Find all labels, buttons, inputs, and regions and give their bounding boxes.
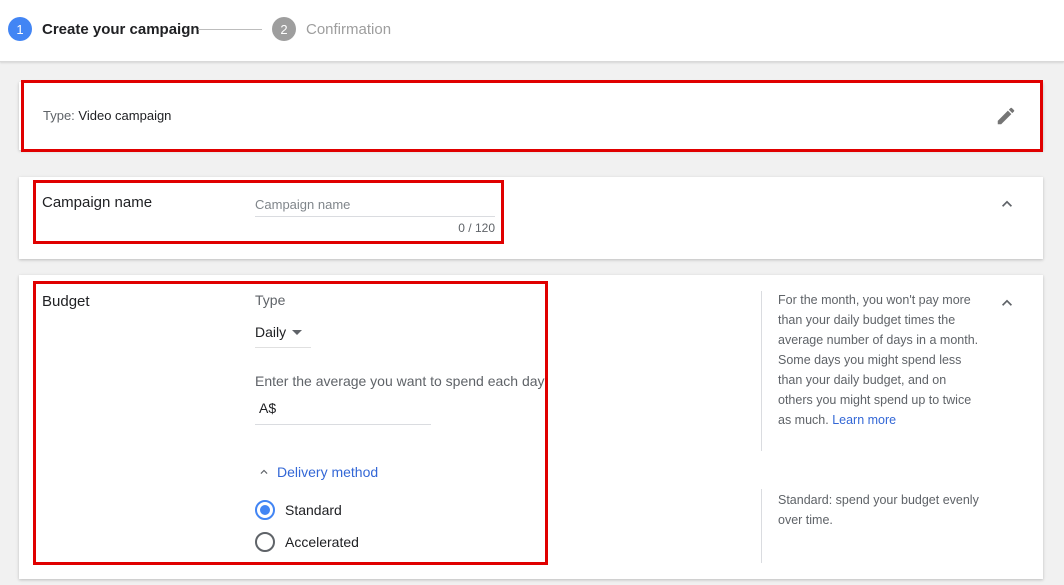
campaign-name-card: Campaign name 0 / 120 <box>19 177 1043 259</box>
radio-button-checked[interactable] <box>255 500 275 520</box>
campaign-type-prefix: Type: <box>43 108 75 123</box>
campaign-type-value: Video campaign <box>78 108 172 123</box>
average-spend-label: Enter the average you want to spend each… <box>255 373 545 389</box>
budget-type-label: Type <box>255 292 286 308</box>
step-confirmation[interactable]: 2 Confirmation <box>272 17 391 41</box>
standard-help-text: Standard: spend your budget evenly over … <box>778 493 979 527</box>
chevron-up-icon <box>260 469 268 474</box>
campaign-name-title: Campaign name <box>42 194 153 211</box>
dropdown-arrow-icon <box>292 330 302 335</box>
step-2-label: Confirmation <box>306 20 392 38</box>
help-divider <box>761 489 762 563</box>
currency-symbol: A$ <box>259 400 277 416</box>
character-counter: 0 / 120 <box>458 221 495 235</box>
budget-help-body: For the month, you won't pay more than y… <box>778 293 979 427</box>
stepper-bar: 1 Create your campaign 2 Confirmation <box>0 0 1064 62</box>
budget-type-dropdown[interactable]: Daily <box>255 319 311 348</box>
campaign-name-input[interactable] <box>255 193 495 217</box>
learn-more-link[interactable]: Learn more <box>832 413 896 427</box>
delivery-method-label: Delivery method <box>277 464 379 480</box>
help-divider <box>761 291 762 451</box>
budget-amount-input[interactable]: A$ <box>255 395 431 425</box>
radio-button-unchecked[interactable] <box>255 532 275 552</box>
radio-standard-label: Standard <box>285 502 342 518</box>
budget-title: Budget <box>42 293 90 310</box>
budget-card: Budget Type Daily Enter the average you … <box>19 275 1043 579</box>
radio-standard[interactable]: Standard <box>255 499 342 521</box>
step-1-label: Create your campaign <box>42 20 200 38</box>
budget-type-value: Daily <box>255 324 287 340</box>
pencil-icon[interactable] <box>995 105 1017 127</box>
step-1-number: 1 <box>8 17 32 41</box>
radio-accelerated-label: Accelerated <box>285 534 359 550</box>
delivery-method-toggle[interactable]: Delivery method <box>257 462 378 482</box>
step-2-number: 2 <box>272 17 296 41</box>
step-create-campaign[interactable]: 1 Create your campaign <box>8 17 200 41</box>
chevron-up-icon[interactable] <box>997 293 1017 313</box>
chevron-up-icon[interactable] <box>997 194 1017 214</box>
budget-help-text: For the month, you won't pay more than y… <box>778 290 983 430</box>
radio-accelerated[interactable]: Accelerated <box>255 531 359 553</box>
campaign-type-card: Type: Video campaign <box>19 82 1043 150</box>
campaign-type: Type: Video campaign <box>43 108 171 123</box>
step-connector <box>198 29 262 30</box>
